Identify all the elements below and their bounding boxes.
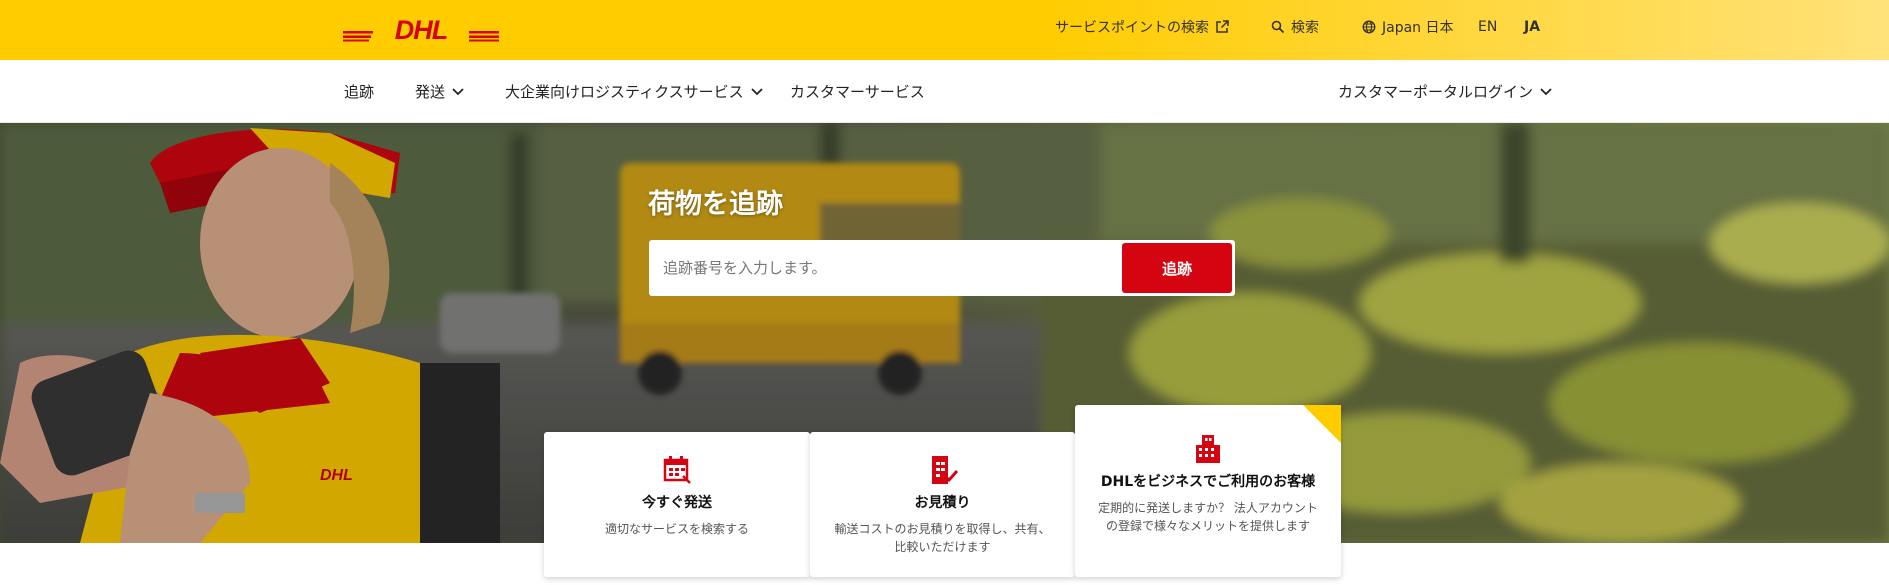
globe-icon [1362, 20, 1376, 34]
nav-item-tracking[interactable]: 追跡 [344, 60, 374, 123]
search-link[interactable]: 検索 [1271, 0, 1319, 54]
quote-card[interactable]: お見積り 輸送コストのお見積りを取得し、共有、比較いただけます [810, 432, 1075, 577]
lang-en[interactable]: EN [1478, 0, 1497, 54]
service-point-label: サービスポイントの検索 [1055, 20, 1209, 36]
track-title: 荷物を追跡 [648, 189, 783, 220]
ship-now-title: 今すぐ発送 [642, 495, 712, 511]
dhl-logo[interactable]: DHL [343, 17, 499, 43]
yellow-corner-accent [1303, 405, 1341, 443]
business-title: DHLをビジネスでご利用のお客様 [1100, 474, 1316, 490]
ship-now-desc: 適切なサービスを検索する [604, 522, 749, 536]
nav-customer-service-label: カスタマーサービス [790, 83, 925, 101]
region-selector[interactable]: Japan 日本 [1362, 0, 1454, 54]
business-card[interactable]: DHLをビジネスでご利用のお客様 定期的に発送しますか？ 法人アカウントの登録で… [1075, 405, 1341, 577]
nav-shipping-label: 発送 [415, 83, 446, 101]
chevron-down-icon [452, 87, 464, 95]
svg-text:DHL: DHL [395, 17, 448, 43]
nav-item-portal-login[interactable]: カスタマーポータルログイン [1338, 60, 1553, 123]
track-button[interactable]: 追跡 [1122, 243, 1232, 293]
chevron-down-icon [751, 87, 763, 95]
nav-enterprise-label: 大企業向けロジスティクスサービス [505, 83, 744, 101]
top-bar: DHL サービスポイントの検索 検索 Japan 日本 EN JA [0, 0, 1889, 60]
nav-tracking-label: 追跡 [344, 83, 375, 101]
main-nav: 追跡 発送 大企業向けロジスティクスサービス カスタマーサービス カスタマーポー… [0, 60, 1889, 123]
external-link-icon [1216, 20, 1229, 33]
lang-ja-label: JA [1524, 19, 1541, 35]
quote-document-icon [931, 456, 958, 484]
search-label: 検索 [1291, 20, 1319, 36]
lang-en-label: EN [1478, 19, 1498, 35]
quote-desc: 輸送コストのお見積りを取得し、共有、比較いただけます [834, 522, 1051, 554]
quote-title: お見積り [914, 495, 971, 511]
search-icon [1271, 20, 1285, 34]
service-point-link[interactable]: サービスポイントの検索 [1055, 0, 1229, 54]
building-icon [1196, 435, 1220, 463]
nav-item-shipping[interactable]: 発送 [415, 60, 465, 123]
calendar-box-icon [663, 456, 691, 484]
chevron-down-icon [1540, 87, 1552, 95]
track-form: 追跡 [649, 240, 1235, 296]
region-label: Japan 日本 [1382, 20, 1454, 36]
lang-ja[interactable]: JA [1524, 0, 1540, 54]
tracking-number-input[interactable] [649, 242, 1119, 294]
nav-item-enterprise[interactable]: 大企業向けロジスティクスサービス [505, 60, 764, 123]
nav-portal-login-label: カスタマーポータルログイン [1338, 83, 1534, 101]
nav-item-customer-service[interactable]: カスタマーサービス [790, 60, 925, 123]
ship-now-card[interactable]: 今すぐ発送 適切なサービスを検索する [544, 432, 810, 577]
business-desc: 定期的に発送しますか？ 法人アカウントの登録で様々なメリットを提供します [1098, 501, 1318, 533]
